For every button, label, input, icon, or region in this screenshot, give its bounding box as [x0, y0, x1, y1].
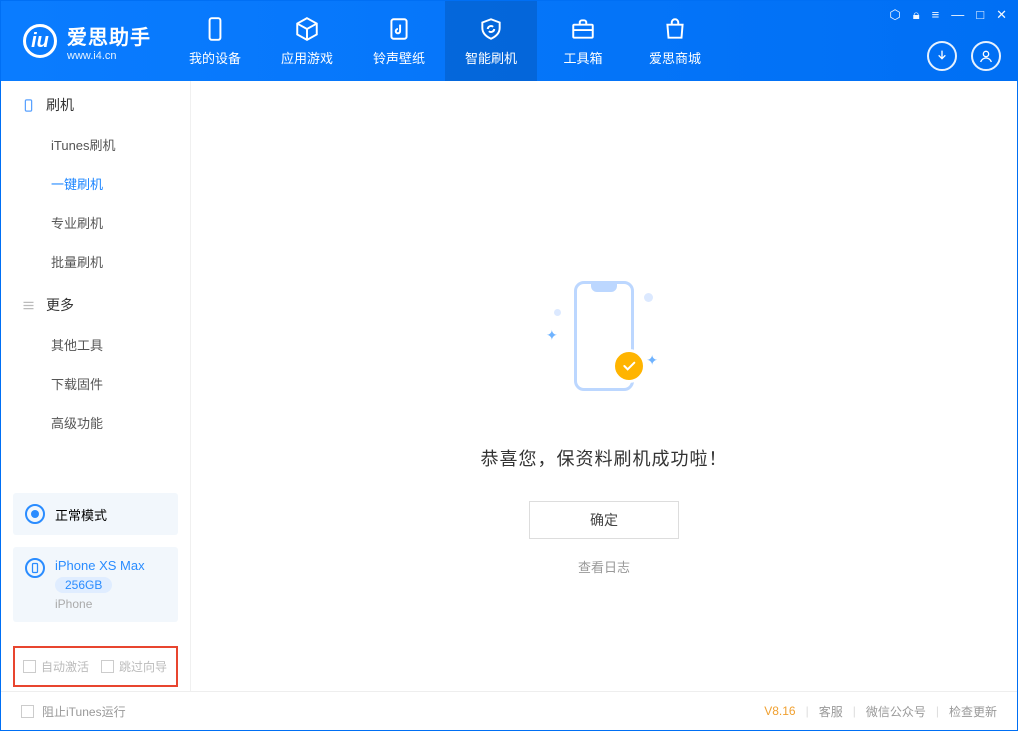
- music-file-icon: [386, 16, 412, 42]
- nav-label: 工具箱: [563, 48, 602, 67]
- nav-store[interactable]: 爱思商城: [629, 1, 721, 81]
- mode-label: 正常模式: [55, 505, 107, 524]
- nav-device[interactable]: 我的设备: [169, 1, 261, 81]
- sidebar-item-itunes[interactable]: iTunes刷机: [1, 125, 190, 164]
- nav-label: 爱思商城: [649, 48, 701, 67]
- header-right-buttons: [927, 41, 1001, 71]
- close-button[interactable]: ✕: [996, 7, 1007, 23]
- checkbox-icon: [21, 705, 34, 718]
- device-capacity: 256GB: [55, 577, 112, 593]
- view-log-link[interactable]: 查看日志: [578, 557, 630, 576]
- version-label: V8.16: [764, 704, 795, 718]
- main-nav: 我的设备 应用游戏 铃声壁纸 智能刷机 工具箱 爱思商城: [169, 1, 721, 81]
- sidebar: 刷机 iTunes刷机 一键刷机 专业刷机 批量刷机 更多 其他工具 下载固件 …: [1, 81, 191, 691]
- sidebar-group-flash: 刷机: [1, 81, 190, 125]
- confirm-button[interactable]: 确定: [529, 501, 679, 539]
- flash-options-highlight: 自动激活 跳过向导: [13, 646, 178, 687]
- logo-icon: iu: [23, 24, 57, 58]
- support-link[interactable]: 客服: [819, 703, 843, 720]
- device-card[interactable]: iPhone XS Max 256GB iPhone: [13, 547, 178, 622]
- shirt-icon[interactable]: ⬡: [889, 7, 900, 23]
- nav-label: 应用游戏: [281, 48, 333, 67]
- checkbox-icon: [101, 660, 114, 673]
- device-icon: [202, 16, 228, 42]
- auto-activate-checkbox[interactable]: 自动激活: [23, 658, 89, 675]
- window-controls: ⬡ 🔒︎ ≡ — □ ✕: [889, 7, 1007, 23]
- wechat-link[interactable]: 微信公众号: [866, 703, 926, 720]
- refresh-shield-icon: [478, 16, 504, 42]
- dot-icon: [644, 293, 653, 302]
- bag-icon: [662, 16, 688, 42]
- app-name: 爱思助手: [67, 21, 151, 50]
- block-itunes-checkbox[interactable]: 阻止iTunes运行: [21, 703, 126, 720]
- checkbox-label: 阻止iTunes运行: [42, 703, 126, 720]
- nav-ringtone[interactable]: 铃声壁纸: [353, 1, 445, 81]
- checkbox-label: 跳过向导: [119, 658, 167, 675]
- group-label: 刷机: [46, 95, 74, 115]
- sparkle-icon: ✦: [546, 327, 558, 344]
- user-button[interactable]: [971, 41, 1001, 71]
- nav-label: 智能刷机: [465, 48, 517, 67]
- mode-icon: [25, 504, 45, 524]
- menu-icon[interactable]: ≡: [932, 7, 940, 23]
- download-button[interactable]: [927, 41, 957, 71]
- sidebar-item-other[interactable]: 其他工具: [1, 325, 190, 364]
- content-pane: ✦ ✦ 恭喜您，保资料刷机成功啦！ 确定 查看日志: [191, 81, 1017, 691]
- success-message: 恭喜您，保资料刷机成功啦！: [481, 445, 728, 471]
- sidebar-item-advanced[interactable]: 高级功能: [1, 403, 190, 442]
- cube-icon: [294, 16, 320, 42]
- app-url: www.i4.cn: [67, 50, 151, 62]
- sidebar-item-pro[interactable]: 专业刷机: [1, 203, 190, 242]
- phone-icon: [21, 98, 36, 113]
- device-type: iPhone: [55, 597, 145, 611]
- app-header: iu 爱思助手 www.i4.cn 我的设备 应用游戏 铃声壁纸 智能刷机 工具…: [1, 1, 1017, 81]
- nav-apps[interactable]: 应用游戏: [261, 1, 353, 81]
- sidebar-item-batch[interactable]: 批量刷机: [1, 242, 190, 281]
- checkbox-label: 自动激活: [41, 658, 89, 675]
- group-label: 更多: [46, 295, 74, 315]
- skip-guide-checkbox[interactable]: 跳过向导: [101, 658, 167, 675]
- toolbox-icon: [570, 16, 596, 42]
- nav-label: 我的设备: [189, 48, 241, 67]
- mode-card[interactable]: 正常模式: [13, 493, 178, 535]
- status-bar: 阻止iTunes运行 V8.16 | 客服 | 微信公众号 | 检查更新: [1, 691, 1017, 730]
- check-update-link[interactable]: 检查更新: [949, 703, 997, 720]
- sidebar-group-more: 更多: [1, 281, 190, 325]
- sidebar-item-onekey[interactable]: 一键刷机: [1, 164, 190, 203]
- nav-tools[interactable]: 工具箱: [537, 1, 629, 81]
- device-icon: [25, 558, 45, 578]
- device-name: iPhone XS Max: [55, 558, 145, 573]
- sparkle-icon: ✦: [646, 352, 658, 369]
- checkbox-icon: [23, 660, 36, 673]
- checkmark-badge-icon: [612, 349, 646, 383]
- nav-flash[interactable]: 智能刷机: [445, 1, 537, 81]
- minimize-button[interactable]: —: [951, 7, 964, 23]
- main-area: 刷机 iTunes刷机 一键刷机 专业刷机 批量刷机 更多 其他工具 下载固件 …: [1, 81, 1017, 691]
- list-icon: [21, 298, 36, 313]
- nav-label: 铃声壁纸: [373, 48, 425, 67]
- success-illustration: ✦ ✦: [560, 281, 648, 411]
- sidebar-item-firmware[interactable]: 下载固件: [1, 364, 190, 403]
- lock-icon[interactable]: 🔒︎: [913, 7, 920, 23]
- dot-icon: [554, 309, 561, 316]
- app-logo: iu 爱思助手 www.i4.cn: [1, 1, 169, 81]
- maximize-button[interactable]: □: [976, 7, 984, 23]
